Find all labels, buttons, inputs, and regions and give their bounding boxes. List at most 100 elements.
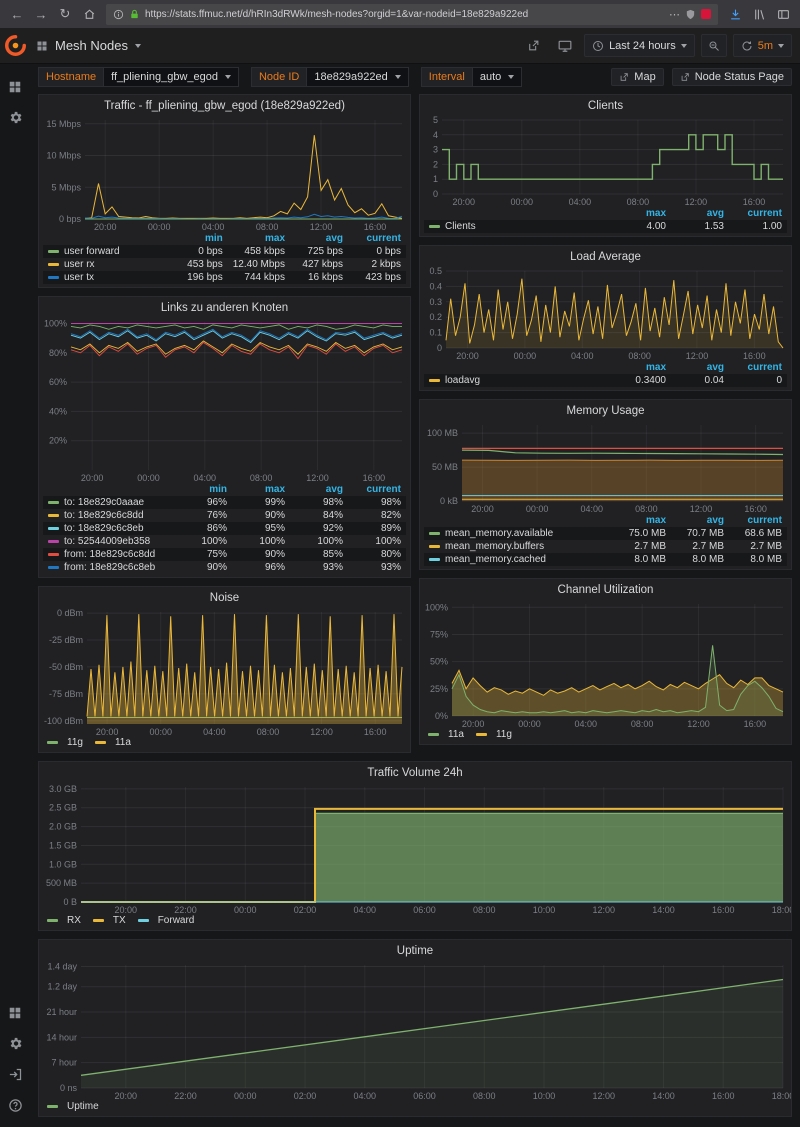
svg-text:08:00: 08:00	[257, 727, 280, 737]
svg-text:04:00: 04:00	[569, 197, 592, 207]
lock-icon[interactable]	[129, 9, 140, 20]
svg-text:-50 dBm: -50 dBm	[49, 662, 83, 672]
legend-item[interactable]: 11g	[47, 737, 83, 748]
left-sidebar	[0, 64, 30, 1127]
cycle-view-button[interactable]	[552, 34, 578, 57]
grafana-logo[interactable]	[0, 35, 30, 56]
links-legend: minmaxavgcurrentto: 18e829c0aaae96%99%98…	[39, 483, 410, 577]
variable-nodeid-select[interactable]: 18e829a922ed	[306, 67, 408, 87]
panel-title[interactable]: Links zu anderen Knoten	[39, 297, 410, 316]
back-icon[interactable]: ←	[6, 4, 28, 24]
svg-text:08:00: 08:00	[635, 504, 658, 514]
page-actions-icon[interactable]: ⋯	[669, 8, 680, 21]
traffic-volume-chart[interactable]: 20:0022:0000:0002:0004:0006:0008:0010:00…	[39, 781, 791, 915]
legend-row[interactable]: from: 18e829c6c8dd75%90%85%80%	[43, 548, 406, 561]
svg-text:5 Mbps: 5 Mbps	[51, 182, 81, 192]
legend-row[interactable]: to: 18e829c6c8dd76%90%84%82%	[43, 509, 406, 522]
map-link[interactable]: Map	[611, 68, 663, 86]
library-icon[interactable]	[748, 4, 770, 24]
home-icon[interactable]	[78, 4, 100, 24]
shield-icon[interactable]	[685, 9, 696, 20]
memory-usage-chart[interactable]: 20:0000:0004:0008:0012:0016:00100 MB50 M…	[420, 419, 791, 514]
forward-icon[interactable]: →	[30, 4, 52, 24]
series-swatch	[47, 919, 58, 922]
legend-item[interactable]: 11g	[476, 729, 512, 740]
legend-row[interactable]: to: 18e829c0aaae96%99%98%98%	[43, 496, 406, 509]
svg-text:10 Mbps: 10 Mbps	[46, 151, 81, 161]
legend-row[interactable]: user rx453 bps12.40 Mbps427 kbps2 kbps	[43, 258, 406, 271]
url-text[interactable]: https://stats.ffmuc.net/d/hRIn3dRWk/mesh…	[145, 9, 664, 20]
svg-text:16:00: 16:00	[744, 504, 767, 514]
panel-title[interactable]: Memory Usage	[420, 400, 791, 419]
svg-text:06:00: 06:00	[413, 1091, 436, 1101]
refresh-icon	[741, 40, 753, 52]
variables-bar: Hostname ff_pliening_gbw_egod Node ID 18…	[30, 64, 800, 90]
svg-text:1: 1	[433, 174, 438, 184]
svg-text:4: 4	[433, 130, 438, 140]
node-status-page-link[interactable]: Node Status Page	[672, 68, 792, 86]
variable-hostname-select[interactable]: ff_pliening_gbw_egod	[103, 67, 239, 87]
help-icon[interactable]	[8, 1098, 23, 1113]
clients-chart[interactable]: 20:0000:0004:0008:0012:0016:00543210	[420, 114, 791, 207]
legend-row[interactable]: user forward0 bps458 kbps725 bps0 bps	[43, 245, 406, 258]
panel-title[interactable]: Noise	[39, 587, 410, 606]
svg-text:00:00: 00:00	[234, 905, 257, 915]
refresh-button[interactable]: 5m	[733, 34, 792, 57]
legend-row[interactable]: to: 52544009eb358100%100%100%100%	[43, 535, 406, 548]
sign-in-icon[interactable]	[8, 1067, 23, 1082]
settings-gear-icon[interactable]	[8, 1036, 23, 1051]
panel-links: Links zu anderen Knoten 20:0000:0004:000…	[38, 296, 411, 578]
legend-item[interactable]: 11a	[95, 737, 131, 748]
svg-text:04:00: 04:00	[575, 719, 598, 729]
reload-icon[interactable]: ↻	[54, 4, 76, 24]
load-average-chart[interactable]: 20:0000:0004:0008:0012:0016:000.50.40.30…	[420, 265, 791, 361]
panel-title[interactable]: Traffic - ff_pliening_gbw_egod (18e829a9…	[39, 95, 410, 114]
sidebar-toggle-icon[interactable]	[772, 4, 794, 24]
panel-title[interactable]: Uptime	[39, 940, 791, 959]
legend-row[interactable]: mean_memory.buffers2.7 MB2.7 MB2.7 MB	[424, 540, 787, 553]
legend-row[interactable]: mean_memory.cached8.0 MB8.0 MB8.0 MB	[424, 553, 787, 566]
channel-utilization-chart[interactable]: 20:0000:0004:0008:0012:0016:00100%75%50%…	[420, 598, 791, 729]
svg-text:20:00: 20:00	[94, 222, 117, 232]
dashboards-icon[interactable]	[8, 1006, 22, 1020]
zoom-out-button[interactable]	[701, 34, 727, 57]
legend-item[interactable]: 11a	[428, 729, 464, 740]
legend-row[interactable]: Clients4.001.531.00	[424, 220, 787, 233]
panel-title[interactable]: Channel Utilization	[420, 579, 791, 598]
svg-text:0.3: 0.3	[429, 297, 442, 307]
legend-row[interactable]: to: 18e829c6c8eb86%95%92%89%	[43, 522, 406, 535]
panel-title[interactable]: Clients	[420, 95, 791, 114]
legend-row[interactable]: user tx196 bps744 kbps16 kbps423 bps	[43, 271, 406, 284]
legend-item[interactable]: Forward	[138, 915, 195, 926]
svg-text:20:00: 20:00	[115, 905, 138, 915]
share-button[interactable]	[521, 34, 546, 57]
url-bar[interactable]: https://stats.ffmuc.net/d/hRIn3dRWk/mesh…	[106, 4, 718, 25]
traffic-chart[interactable]: 20:0000:0004:0008:0012:0016:0015 Mbps10 …	[39, 114, 410, 232]
legend-row[interactable]: loadavg0.34000.040	[424, 374, 787, 387]
legend-item[interactable]: TX	[93, 915, 126, 926]
svg-text:40%: 40%	[49, 406, 67, 416]
dashboards-icon[interactable]	[8, 80, 22, 94]
time-range-button[interactable]: Last 24 hours	[584, 34, 695, 57]
uptime-chart[interactable]: 20:0022:0000:0002:0004:0006:0008:0010:00…	[39, 959, 791, 1101]
svg-text:500 MB: 500 MB	[46, 878, 77, 888]
links-chart[interactable]: 20:0000:0004:0008:0012:0016:00100%80%60%…	[39, 316, 410, 483]
legend-item[interactable]: Uptime	[47, 1101, 99, 1112]
dashboard-picker[interactable]: Mesh Nodes	[30, 38, 147, 53]
svg-text:50 MB: 50 MB	[432, 462, 458, 472]
panel-title[interactable]: Traffic Volume 24h	[39, 762, 791, 781]
svg-text:20:00: 20:00	[462, 719, 485, 729]
legend-item[interactable]: RX	[47, 915, 81, 926]
info-icon[interactable]	[113, 9, 124, 20]
legend-row[interactable]: mean_memory.available75.0 MB70.7 MB68.6 …	[424, 527, 787, 540]
settings-gear-icon[interactable]	[8, 110, 23, 125]
panel-title[interactable]: Load Average	[420, 246, 791, 265]
legend-row[interactable]: from: 18e829c6c8eb90%96%93%93%	[43, 561, 406, 574]
series-swatch	[48, 250, 59, 253]
svg-text:1.2 day: 1.2 day	[47, 982, 77, 992]
variable-interval-select[interactable]: auto	[472, 67, 522, 87]
left-column: Traffic - ff_pliening_gbw_egod (18e829a9…	[38, 94, 411, 753]
download-icon[interactable]	[724, 4, 746, 24]
extension-badge-icon[interactable]	[701, 9, 711, 19]
noise-chart[interactable]: 20:0000:0004:0008:0012:0016:000 dBm-25 d…	[39, 606, 410, 737]
